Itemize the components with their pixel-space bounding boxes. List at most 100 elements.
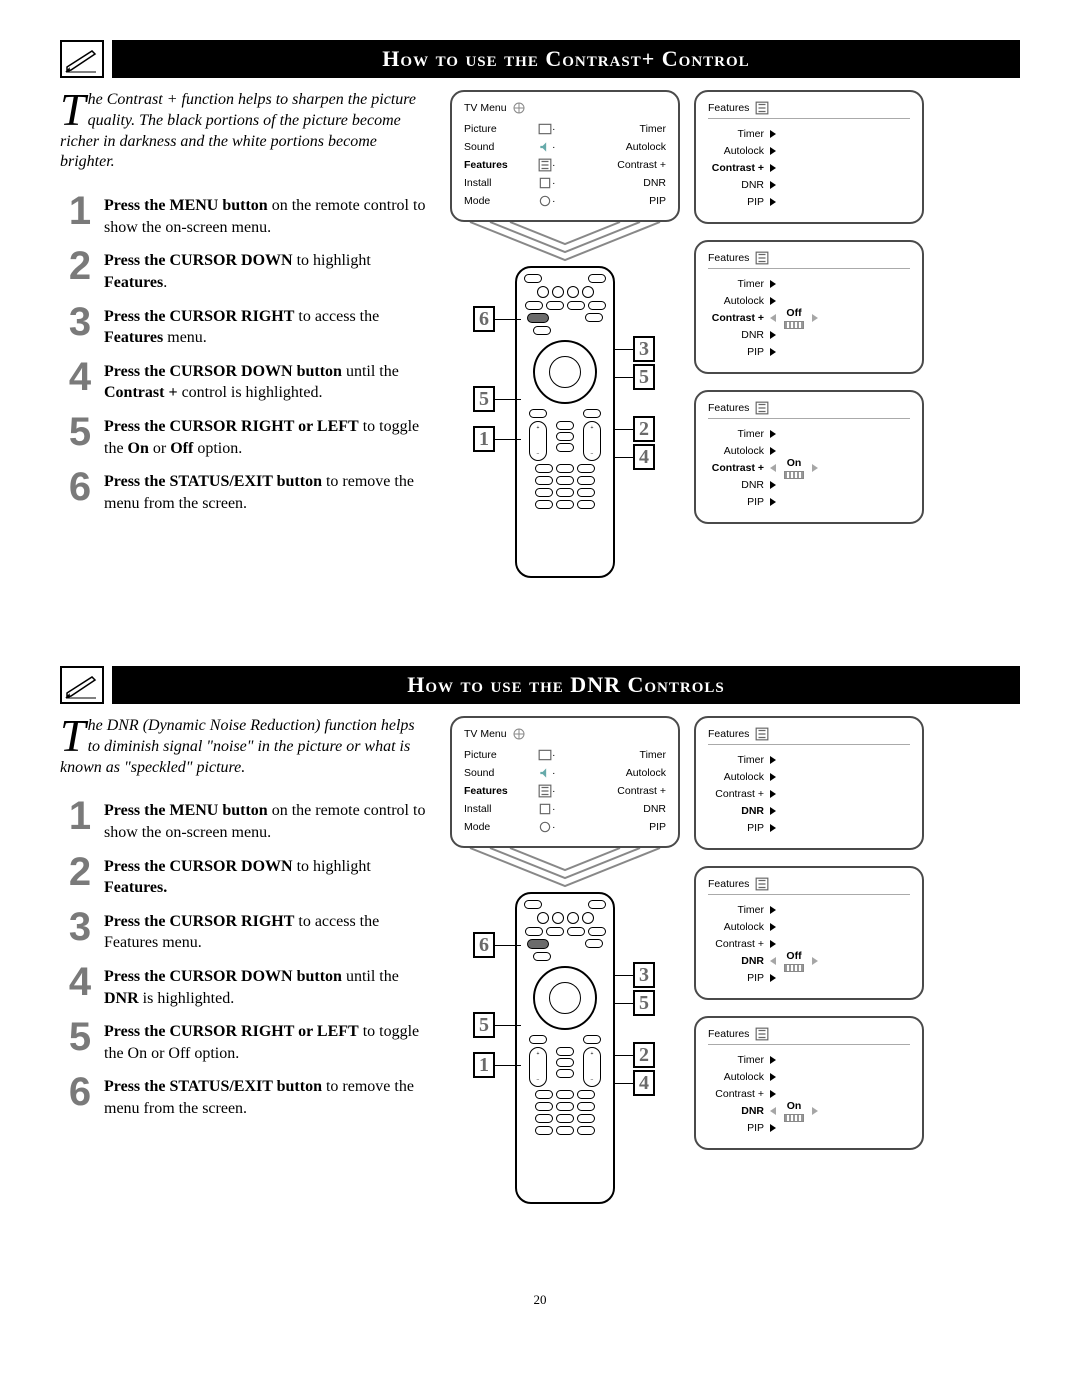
- features-icon: [755, 878, 769, 890]
- tv-speaker-lines-icon: [450, 848, 680, 888]
- instructions-column: The Contrast + function helps to sharpen…: [60, 90, 430, 606]
- tv-menu-item: Mode: [464, 195, 538, 207]
- arrow-right-icon: [770, 430, 776, 438]
- tv-menu-item: Sound: [464, 141, 538, 153]
- step-number: 2: [60, 852, 100, 892]
- step-number: 6: [60, 1072, 100, 1112]
- arrow-right-icon: [770, 147, 776, 155]
- value-bar-icon: [784, 471, 804, 479]
- globe-icon: [513, 102, 527, 114]
- tv-menu-item: Sound: [464, 767, 538, 779]
- arrow-right-icon: [770, 1090, 776, 1098]
- tv-submenu-item: PIP: [649, 195, 666, 207]
- arrow-right-icon: [770, 923, 776, 931]
- step-text: Press the MENU button on the remote cont…: [104, 191, 430, 238]
- arrow-right-icon: [812, 464, 818, 472]
- callout-6: 6: [473, 306, 495, 332]
- tv-menu-item: Install: [464, 803, 538, 815]
- value-bar-icon: [784, 964, 804, 972]
- arrow-right-icon: [770, 1073, 776, 1081]
- tv-submenu-item: Autolock: [626, 141, 666, 153]
- intro-body: he DNR (Dynamic Noise Reduction) functio…: [60, 717, 415, 776]
- step-item: 1Press the MENU button on the remote con…: [60, 191, 430, 238]
- panel-item: Timer: [708, 128, 770, 140]
- picture-icon: [538, 123, 552, 135]
- step-number: 3: [60, 302, 100, 342]
- panel-item: Contrast +: [708, 788, 770, 800]
- tv-menu-item-selected: Features: [464, 159, 538, 171]
- intro-body: he Contrast + function helps to sharpen …: [60, 91, 416, 170]
- arrow-right-icon: [770, 807, 776, 815]
- panel-item: Timer: [708, 754, 770, 766]
- tv-submenu-item: DNR: [643, 803, 666, 815]
- picture-icon: [538, 749, 552, 761]
- dropcap: T: [60, 716, 88, 754]
- remote-body: +− +−: [515, 266, 615, 578]
- panel-item-selected: Contrast +: [708, 162, 770, 174]
- features-panel-1: Features Timer Autolock Contrast + DNR P…: [694, 716, 924, 850]
- remote-nav-pad: [533, 966, 597, 1030]
- panel-value: Off: [784, 950, 804, 962]
- step-number: 5: [60, 1017, 100, 1057]
- tv-speaker-lines-icon: [450, 222, 680, 262]
- remote-body: +− +−: [515, 892, 615, 1204]
- arrow-right-icon: [812, 1107, 818, 1115]
- instructions-column: The DNR (Dynamic Noise Reduction) functi…: [60, 716, 430, 1232]
- tv-menu-title: TV Menu: [464, 102, 507, 114]
- arrow-right-icon: [770, 498, 776, 506]
- arrow-right-icon: [812, 957, 818, 965]
- value-bar-icon: [784, 321, 804, 329]
- step-text: Press the STATUS/EXIT button to remove t…: [104, 467, 430, 514]
- panel-item: DNR: [708, 479, 770, 491]
- arrow-right-icon: [770, 280, 776, 288]
- panel-item: Timer: [708, 1054, 770, 1066]
- panel-title: Features: [708, 878, 749, 890]
- tv-submenu-item: DNR: [643, 177, 666, 189]
- callout-1: 1: [473, 426, 495, 452]
- arrow-right-icon: [770, 198, 776, 206]
- callout-3: 3: [633, 336, 655, 362]
- tv-submenu-item: Contrast +: [617, 159, 666, 171]
- tv-menu-item-selected: Features: [464, 785, 538, 797]
- section-dnr: How to use the DNR Controls The DNR (Dyn…: [60, 666, 1020, 1232]
- panel-item: Contrast +: [708, 938, 770, 950]
- step-number: 1: [60, 191, 100, 231]
- panel-item: Autolock: [708, 771, 770, 783]
- callout-4: 4: [633, 444, 655, 470]
- features-panel-2: Features Timer Autolock Contrast +Off DN…: [694, 240, 924, 374]
- step-text: Press the CURSOR DOWN button until the C…: [104, 357, 430, 404]
- step-number: 1: [60, 796, 100, 836]
- diagram-column: TV Menu Picture Sound Features Install M…: [450, 90, 1020, 606]
- step-item: 4Press the CURSOR DOWN button until the …: [60, 357, 430, 404]
- panel-item: DNR: [708, 329, 770, 341]
- step-item: 3Press the CURSOR RIGHT to access the Fe…: [60, 907, 430, 954]
- features-icon: [538, 159, 552, 171]
- arrow-right-icon: [770, 756, 776, 764]
- callout-5: 5: [473, 386, 495, 412]
- callout-5r: 5: [633, 990, 655, 1016]
- step-number: 5: [60, 412, 100, 452]
- arrow-right-icon: [770, 940, 776, 948]
- arrow-right-icon: [770, 974, 776, 982]
- panel-value: On: [784, 457, 804, 469]
- features-icon: [755, 402, 769, 414]
- callout-4: 4: [633, 1070, 655, 1096]
- arrow-right-icon: [770, 130, 776, 138]
- features-panel-3: Features Timer Autolock Contrast +On DNR…: [694, 390, 924, 524]
- panel-item: PIP: [708, 496, 770, 508]
- callout-3: 3: [633, 962, 655, 988]
- sound-icon: [538, 767, 552, 779]
- tv-submenu-item: Timer: [640, 749, 666, 761]
- tv-submenu-item: Contrast +: [617, 785, 666, 797]
- callout-5: 5: [473, 1012, 495, 1038]
- step-number: 4: [60, 357, 100, 397]
- panel-title: Features: [708, 728, 749, 740]
- step-list: 1Press the MENU button on the remote con…: [60, 191, 430, 514]
- panel-item: PIP: [708, 972, 770, 984]
- features-icon: [538, 785, 552, 797]
- features-icon: [755, 102, 769, 114]
- panel-item-selected: DNR: [708, 1105, 770, 1117]
- panel-item: Timer: [708, 428, 770, 440]
- section-header: How to use the DNR Controls: [60, 666, 1020, 704]
- panel-item: Contrast +: [708, 1088, 770, 1100]
